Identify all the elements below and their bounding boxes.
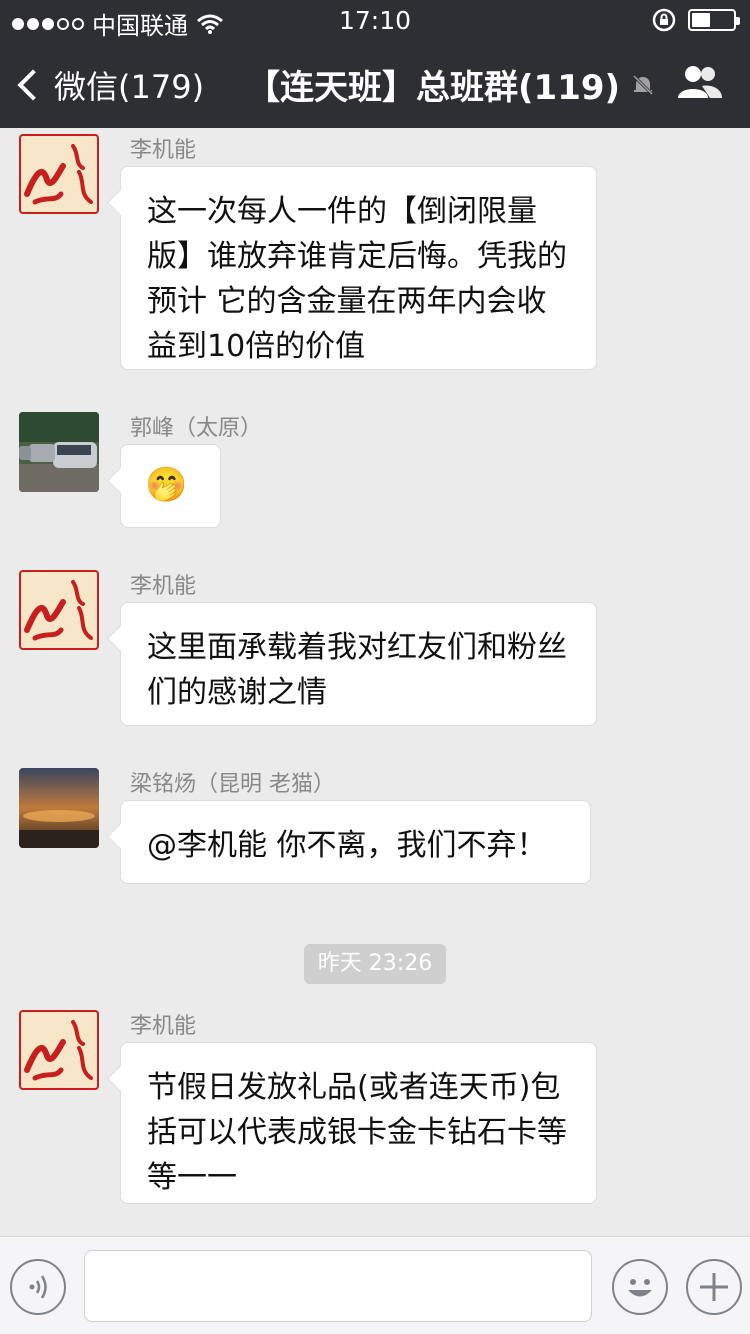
voice-icon (29, 1275, 47, 1299)
input-bar (0, 1236, 750, 1334)
chat-title: 【连天班】总班群(119) (246, 60, 656, 109)
chat-title-text: 【连天班】总班群(119) (246, 68, 621, 108)
battery-icon (688, 9, 740, 31)
message-input[interactable] (84, 1250, 592, 1322)
group-members-icon[interactable] (676, 64, 724, 100)
back-label: 微信(179) (54, 68, 205, 106)
hong-avatar[interactable] (19, 134, 99, 214)
message-bubble[interactable]: 节假日发放礼品(或者连天币)包括可以代表成银卡金卡钻石卡等等一一 (120, 1042, 597, 1204)
voice-button[interactable] (10, 1259, 66, 1315)
message-bubble[interactable]: 🤭 (120, 444, 221, 528)
top-bar: 中国联通 17:10 微信(179) 【连天班】总班群(119) (0, 0, 750, 128)
emoji-icon (628, 1279, 652, 1297)
sender-name: 梁铭炀（昆明 老猫） (130, 772, 335, 797)
sender-name: 李机能 (130, 1014, 197, 1039)
message-bubble[interactable]: 这一次每人一件的【倒闭限量版】谁放弃谁肯定后悔。凭我的预计 它的含金量在两年内会… (120, 166, 597, 370)
navigation-bar: 微信(179) 【连天班】总班群(119) (0, 40, 750, 128)
sender-name: 李机能 (130, 138, 197, 163)
cars-photo-avatar[interactable] (19, 412, 99, 492)
mute-bell-icon (633, 74, 654, 95)
sunset-photo-avatar[interactable] (19, 768, 99, 848)
message-bubble[interactable]: 这里面承载着我对红友们和粉丝们的感谢之情 (120, 602, 597, 726)
hong-avatar[interactable] (19, 570, 99, 650)
status-time: 17:10 (338, 6, 412, 35)
back-chevron-icon (17, 69, 49, 101)
sender-name: 李机能 (130, 574, 197, 599)
back-button[interactable]: 微信(179) (16, 62, 204, 108)
message-timestamp: 昨天 23:26 (304, 944, 446, 984)
hong-avatar[interactable] (19, 1010, 99, 1090)
status-bar: 中国联通 17:10 (0, 0, 750, 40)
more-button[interactable] (686, 1259, 742, 1315)
lock-rotation-icon (652, 8, 676, 32)
chat-area[interactable]: 李机能 这一次每人一件的【倒闭限量版】谁放弃谁肯定后悔。凭我的预计 它的含金量在… (0, 128, 750, 1236)
status-right (652, 8, 740, 32)
emoji-button[interactable] (612, 1259, 668, 1315)
plus-icon (700, 1273, 728, 1301)
message-bubble[interactable]: @李机能 你不离，我们不弃！ (120, 800, 591, 884)
sender-name: 郭峰（太原） (130, 416, 263, 441)
